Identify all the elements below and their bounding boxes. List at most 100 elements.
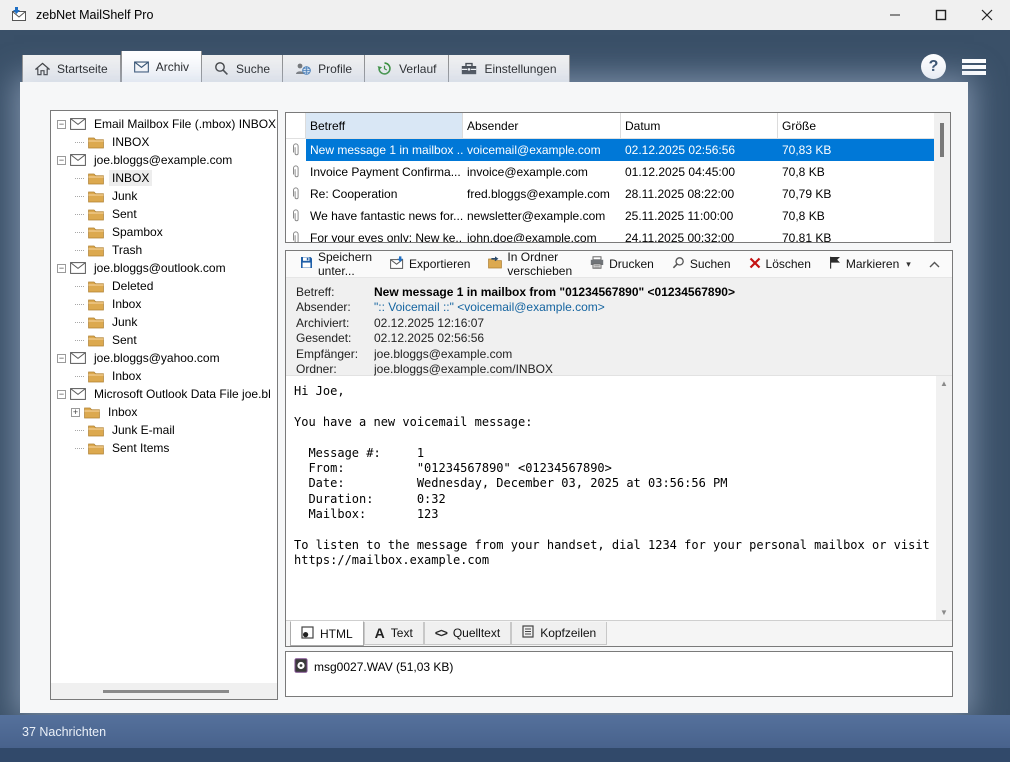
help-icon[interactable]: ? (921, 54, 946, 79)
tab-verlauf[interactable]: Verlauf (365, 55, 449, 82)
tree-folder[interactable]: Inbox (51, 367, 277, 385)
scroll-down-icon[interactable]: ▼ (940, 608, 948, 617)
collapse-expander-icon[interactable]: − (57, 264, 66, 273)
tree-folder[interactable]: Sent (51, 331, 277, 349)
message-row[interactable]: We have fantastic news for... newsletter… (286, 205, 950, 227)
collapse-expander-icon[interactable]: − (57, 390, 66, 399)
message-row[interactable]: For your eyes only: New ke... john.doe@e… (286, 227, 950, 243)
search-icon (214, 61, 229, 76)
tab-label: Einstellungen (484, 62, 556, 76)
tab-einstellungen[interactable]: Einstellungen (449, 55, 569, 82)
tree-folder[interactable]: Junk (51, 313, 277, 331)
tab-suche[interactable]: Suche (202, 55, 283, 82)
collapse-expander-icon[interactable]: − (57, 354, 66, 363)
collapse-expander-icon[interactable]: − (57, 156, 66, 165)
tree-folder[interactable]: Spambox (51, 223, 277, 241)
expand-expander-icon[interactable]: + (71, 408, 80, 417)
tree-account[interactable]: −joe.bloggs@yahoo.com (51, 349, 277, 367)
tree-folder[interactable]: Deleted (51, 277, 277, 295)
list-header-row: Betreff Absender Datum Größe (286, 113, 950, 139)
tree-account[interactable]: −joe.bloggs@example.com (51, 151, 277, 169)
tree-folder[interactable]: Inbox (51, 295, 277, 313)
tree-connector (75, 286, 84, 287)
save-as-button[interactable]: Speichern unter... (292, 246, 380, 282)
folder-icon (88, 190, 104, 203)
message-header-fields: Betreff:New message 1 in mailbox from "0… (286, 278, 952, 376)
mark-button[interactable]: Markieren ▾ (821, 252, 919, 276)
folder-icon (88, 244, 104, 257)
cell-sender: newsletter@example.com (463, 205, 621, 227)
maximize-button[interactable] (918, 0, 964, 30)
scroll-up-icon[interactable]: ▲ (940, 379, 948, 388)
message-row[interactable]: Invoice Payment Confirma... invoice@exam… (286, 161, 950, 183)
list-vertical-scrollbar[interactable] (934, 113, 950, 242)
folder-value: joe.bloggs@example.com/INBOX (374, 362, 553, 376)
attachment-item[interactable]: msg0027.WAV (51,03 KB) (294, 658, 944, 676)
content-panel: −Email Mailbox File (.mbox) INBOX INBOX … (20, 82, 968, 713)
move-to-folder-button[interactable]: In Ordner verschieben (480, 246, 580, 282)
mailbox-icon (70, 262, 86, 274)
tree-label: Email Mailbox File (.mbox) INBOX (91, 116, 278, 132)
app-frame: Startseite Archiv Suche Profile Verlauf … (0, 30, 1010, 762)
view-tab-html[interactable]: HTML (290, 621, 364, 646)
message-row[interactable]: Re: Cooperation fred.bloggs@example.com … (286, 183, 950, 205)
tab-startseite[interactable]: Startseite (22, 55, 121, 82)
tree-label: Junk E-mail (109, 422, 178, 438)
tree-folder[interactable]: Sent (51, 205, 277, 223)
message-row[interactable]: New message 1 in mailbox ... voicemail@e… (286, 139, 950, 161)
code-brackets-icon: <> (435, 626, 447, 640)
scrollbar-thumb[interactable] (940, 123, 944, 157)
tree-label: INBOX (109, 134, 152, 150)
body-text: Hi Joe, You have a new voicemail message… (286, 376, 952, 569)
minimize-button[interactable] (872, 0, 918, 30)
scrollbar-thumb[interactable] (103, 690, 229, 693)
tree-folder[interactable]: Trash (51, 241, 277, 259)
print-button[interactable]: Drucken (582, 252, 662, 276)
tree-label: Sent (109, 332, 140, 348)
column-header-betreff[interactable]: Betreff (306, 113, 463, 138)
cell-date: 28.11.2025 08:22:00 (621, 183, 778, 205)
view-tab-kopfzeilen[interactable]: Kopfzeilen (511, 622, 607, 645)
column-header-datum[interactable]: Datum (621, 113, 778, 138)
toolbox-icon (461, 62, 477, 75)
tree-account[interactable]: − Email Mailbox File (.mbox) INBOX (51, 115, 277, 133)
export-button[interactable]: Exportieren (382, 252, 478, 276)
tree-folder[interactable]: INBOX (51, 169, 277, 187)
delete-button[interactable]: Löschen (741, 253, 819, 276)
view-tab-quelltext[interactable]: <> Quelltext (424, 622, 511, 645)
tree-folder[interactable]: Junk (51, 187, 277, 205)
tab-profile[interactable]: Profile (283, 55, 365, 82)
profile-icon (295, 62, 311, 76)
field-label: Archiviert: (296, 316, 374, 330)
search-messages-button[interactable]: Suchen (664, 252, 739, 276)
tree-connector (75, 142, 84, 143)
tree-folder[interactable]: +Inbox (51, 403, 277, 421)
status-bar: 37 Nachrichten (0, 715, 1010, 748)
body-vertical-scrollbar[interactable]: ▲ ▼ (936, 376, 952, 620)
message-toolbar: Speichern unter... Exportieren In Ordner… (286, 251, 952, 278)
collapse-preview-button[interactable] (921, 259, 948, 270)
tree-connector (75, 214, 84, 215)
tree-label: INBOX (109, 170, 152, 186)
tree-connector (75, 304, 84, 305)
sender-link[interactable]: ":: Voicemail ::" <voicemail@example.com… (374, 300, 605, 314)
tab-archiv[interactable]: Archiv (121, 51, 202, 82)
tree-folder[interactable]: Junk E-mail (51, 421, 277, 439)
flag-icon (829, 256, 841, 272)
tree-connector (75, 250, 84, 251)
tree-account[interactable]: −joe.bloggs@outlook.com (51, 259, 277, 277)
collapse-expander-icon[interactable]: − (57, 120, 66, 129)
tree-horizontal-scrollbar[interactable] (51, 683, 277, 699)
cell-size: 70,8 KB (778, 205, 950, 227)
column-header-groesse[interactable]: Größe (778, 113, 950, 138)
tree-folder[interactable]: Sent Items (51, 439, 277, 457)
menu-icon[interactable] (962, 57, 986, 77)
folder-icon (88, 280, 104, 293)
tree-label: Trash (109, 242, 145, 258)
tree-folder[interactable]: INBOX (51, 133, 277, 151)
view-tab-text[interactable]: A Text (364, 622, 424, 645)
close-button[interactable] (964, 0, 1010, 30)
tree-account[interactable]: −Microsoft Outlook Data File joe.bl (51, 385, 277, 403)
message-preview: Speichern unter... Exportieren In Ordner… (285, 250, 953, 647)
column-header-absender[interactable]: Absender (463, 113, 621, 138)
